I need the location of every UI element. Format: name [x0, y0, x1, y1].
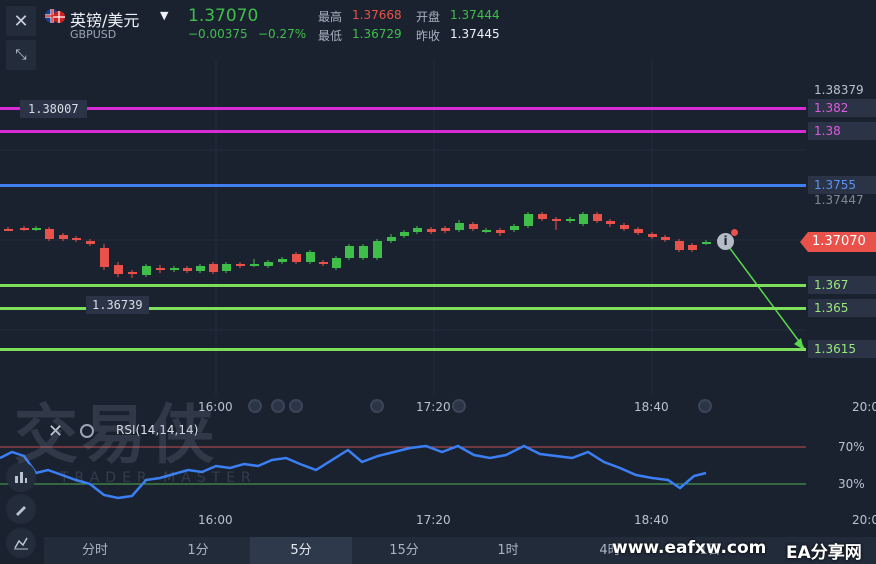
candle-body: [250, 264, 259, 266]
rsi-upper-label: 70%: [838, 440, 865, 454]
candle-body: [648, 234, 657, 237]
time-label-4: 20:00: [852, 400, 876, 414]
candle-body: [156, 268, 165, 270]
candle-body: [183, 268, 192, 271]
candle-body: [634, 229, 643, 233]
candle-body: [661, 237, 670, 240]
candle-body: [100, 248, 109, 267]
candle-body: [373, 241, 382, 258]
event-dot-icon[interactable]: [452, 399, 466, 413]
tab-1h[interactable]: 1时: [456, 537, 560, 564]
brand-watermark-sub: TRADER MASTER: [60, 470, 257, 486]
rsi-time-label-4: 20:00: [852, 513, 876, 527]
candle-body: [20, 228, 29, 230]
alert-dot-icon: [731, 229, 738, 236]
time-label-3: 18:40: [634, 400, 669, 414]
level-label-138: 1.38: [808, 122, 876, 140]
brand-watermark: 交易侠: [14, 398, 218, 473]
candle-body: [524, 214, 533, 226]
event-dot-icon[interactable]: [248, 399, 262, 413]
tab-15min[interactable]: 15分: [352, 537, 456, 564]
candle-body: [128, 272, 137, 274]
candle-body: [319, 262, 328, 264]
candle-body: [359, 246, 368, 258]
candle-body: [306, 252, 315, 262]
candle-body: [675, 241, 684, 250]
candle-body: [387, 237, 396, 241]
candle-body: [59, 235, 68, 239]
candle-body: [278, 259, 287, 262]
time-label-2: 17:20: [416, 400, 451, 414]
candle-body: [688, 245, 697, 250]
level-label-1367: 1.367: [808, 276, 876, 294]
projection-arrow: [725, 242, 805, 349]
candle-body: [538, 214, 547, 219]
rsi-lower-label: 30%: [838, 477, 865, 491]
candle-body: [496, 230, 505, 233]
candle-body: [86, 241, 95, 244]
site-watermark-2: EA分享网: [786, 543, 862, 563]
candle-body: [345, 246, 354, 258]
axis-top-value: 1.38379: [814, 83, 864, 97]
site-watermark: www.eafxw.com: [612, 538, 767, 558]
level-line-138[interactable]: [0, 130, 806, 133]
draw-pencil-icon[interactable]: [6, 494, 36, 524]
candle-body: [620, 225, 629, 229]
level-line-13615[interactable]: [0, 348, 806, 351]
low-marker-label: 1.36739: [86, 296, 149, 314]
level-line-1382[interactable]: [0, 107, 806, 110]
candle-body: [552, 219, 561, 221]
candle-body: [72, 238, 81, 240]
tab-fenshi[interactable]: 分时: [44, 537, 146, 564]
candle-body: [413, 228, 422, 232]
info-icon[interactable]: i: [717, 233, 734, 250]
candle-body: [170, 268, 179, 270]
tab-5min[interactable]: 5分: [250, 537, 352, 564]
rsi-time-label-2: 17:20: [416, 513, 451, 527]
high-marker-label: 1.38007: [20, 100, 87, 118]
level-label-13755: 1.3755: [808, 176, 876, 194]
event-dot-icon[interactable]: [271, 399, 285, 413]
candle-body: [209, 264, 218, 272]
candle-body: [469, 224, 478, 229]
level-line-1367[interactable]: [0, 284, 806, 287]
candle-body: [142, 266, 151, 275]
candle-body: [222, 264, 231, 271]
candle-body: [702, 242, 711, 244]
candle-body: [45, 229, 54, 239]
candle-body: [4, 229, 13, 231]
candle-body: [606, 221, 615, 224]
candle-body: [566, 219, 575, 221]
tab-1min[interactable]: 1分: [146, 537, 250, 564]
event-dot-icon[interactable]: [698, 399, 712, 413]
candle-body: [114, 265, 123, 274]
candle-body: [441, 228, 450, 231]
level-label-1365: 1.365: [808, 299, 876, 317]
candle-body: [196, 266, 205, 271]
line-tool-icon[interactable]: [6, 528, 36, 558]
candle-body: [427, 229, 436, 232]
candle-body: [482, 230, 491, 232]
candle-body: [236, 264, 245, 266]
level-label-13615: 1.3615: [808, 340, 876, 358]
rsi-time-label-3: 18:40: [634, 513, 669, 527]
current-price-tag: 1.37070: [800, 232, 876, 252]
level-label-1382: 1.382: [808, 99, 876, 117]
candle-body: [400, 232, 409, 236]
axis-ref-value: 1.37447: [814, 193, 864, 207]
candle-body: [264, 262, 273, 266]
candle-body: [332, 258, 341, 268]
candle-body: [292, 254, 301, 262]
candle-body: [455, 223, 464, 230]
rsi-time-label-1: 16:00: [198, 513, 233, 527]
level-line-13755[interactable]: [0, 184, 806, 187]
candle-body: [593, 214, 602, 221]
event-dot-icon[interactable]: [289, 399, 303, 413]
candle-body: [579, 214, 588, 224]
candle-body: [510, 226, 519, 230]
candle-body: [32, 228, 41, 230]
event-dot-icon[interactable]: [370, 399, 384, 413]
